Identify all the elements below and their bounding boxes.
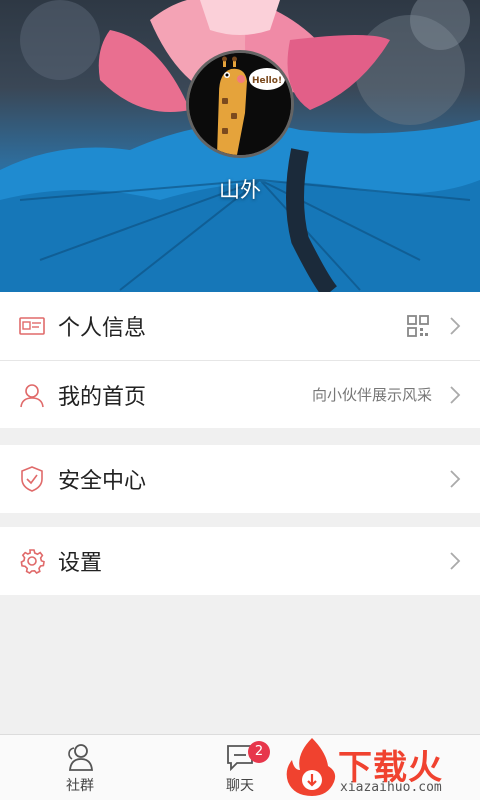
- security-center-row[interactable]: 安全中心: [0, 445, 480, 513]
- my-homepage-row[interactable]: 我的首页 向小伙伴展示风采: [0, 360, 480, 428]
- qr-code-icon[interactable]: [406, 314, 430, 338]
- giraffe-hello-icon: Hello!: [189, 53, 291, 155]
- username: 山外: [219, 178, 261, 202]
- watermark-domain: xiazaihuo.com: [340, 780, 442, 795]
- chevron-right-icon: [448, 385, 462, 405]
- my-homepage-label: 我的首页: [58, 384, 147, 410]
- tab-chat[interactable]: 聊天 2: [200, 741, 280, 795]
- tab-community-label: 社群: [66, 778, 94, 794]
- gear-icon: [18, 547, 46, 575]
- settings-row[interactable]: 设置: [0, 527, 480, 595]
- menu-group-settings: 设置: [0, 527, 480, 595]
- shield-check-icon: [18, 465, 46, 493]
- tab-chat-label: 聊天: [226, 778, 254, 794]
- security-center-label: 安全中心: [58, 469, 147, 494]
- chevron-right-icon: [448, 316, 462, 336]
- svg-text:Hello!: Hello!: [252, 76, 282, 86]
- id-card-icon: [18, 312, 46, 340]
- my-homepage-hint: 向小伙伴展示风采: [311, 386, 432, 404]
- community-icon: [68, 744, 93, 771]
- menu-group-profile: 个人信息 我的首页 向小伙伴展示风采: [0, 292, 480, 428]
- avatar[interactable]: Hello!: [186, 50, 294, 158]
- chevron-right-icon: [448, 551, 462, 571]
- settings-label: 设置: [58, 551, 103, 576]
- chevron-right-icon: [448, 469, 462, 489]
- watermark-logo: 下载火 xiazaihuo.com: [282, 736, 478, 798]
- unread-badge: 2: [248, 741, 270, 763]
- user-icon: [18, 381, 46, 409]
- tab-community[interactable]: 社群: [40, 743, 120, 795]
- profile-header: Hello! 山外: [0, 0, 480, 292]
- personal-info-label: 个人信息: [58, 316, 147, 341]
- personal-info-row[interactable]: 个人信息: [0, 292, 480, 360]
- menu-group-security: 安全中心: [0, 445, 480, 513]
- flame-logo-icon: [286, 738, 336, 796]
